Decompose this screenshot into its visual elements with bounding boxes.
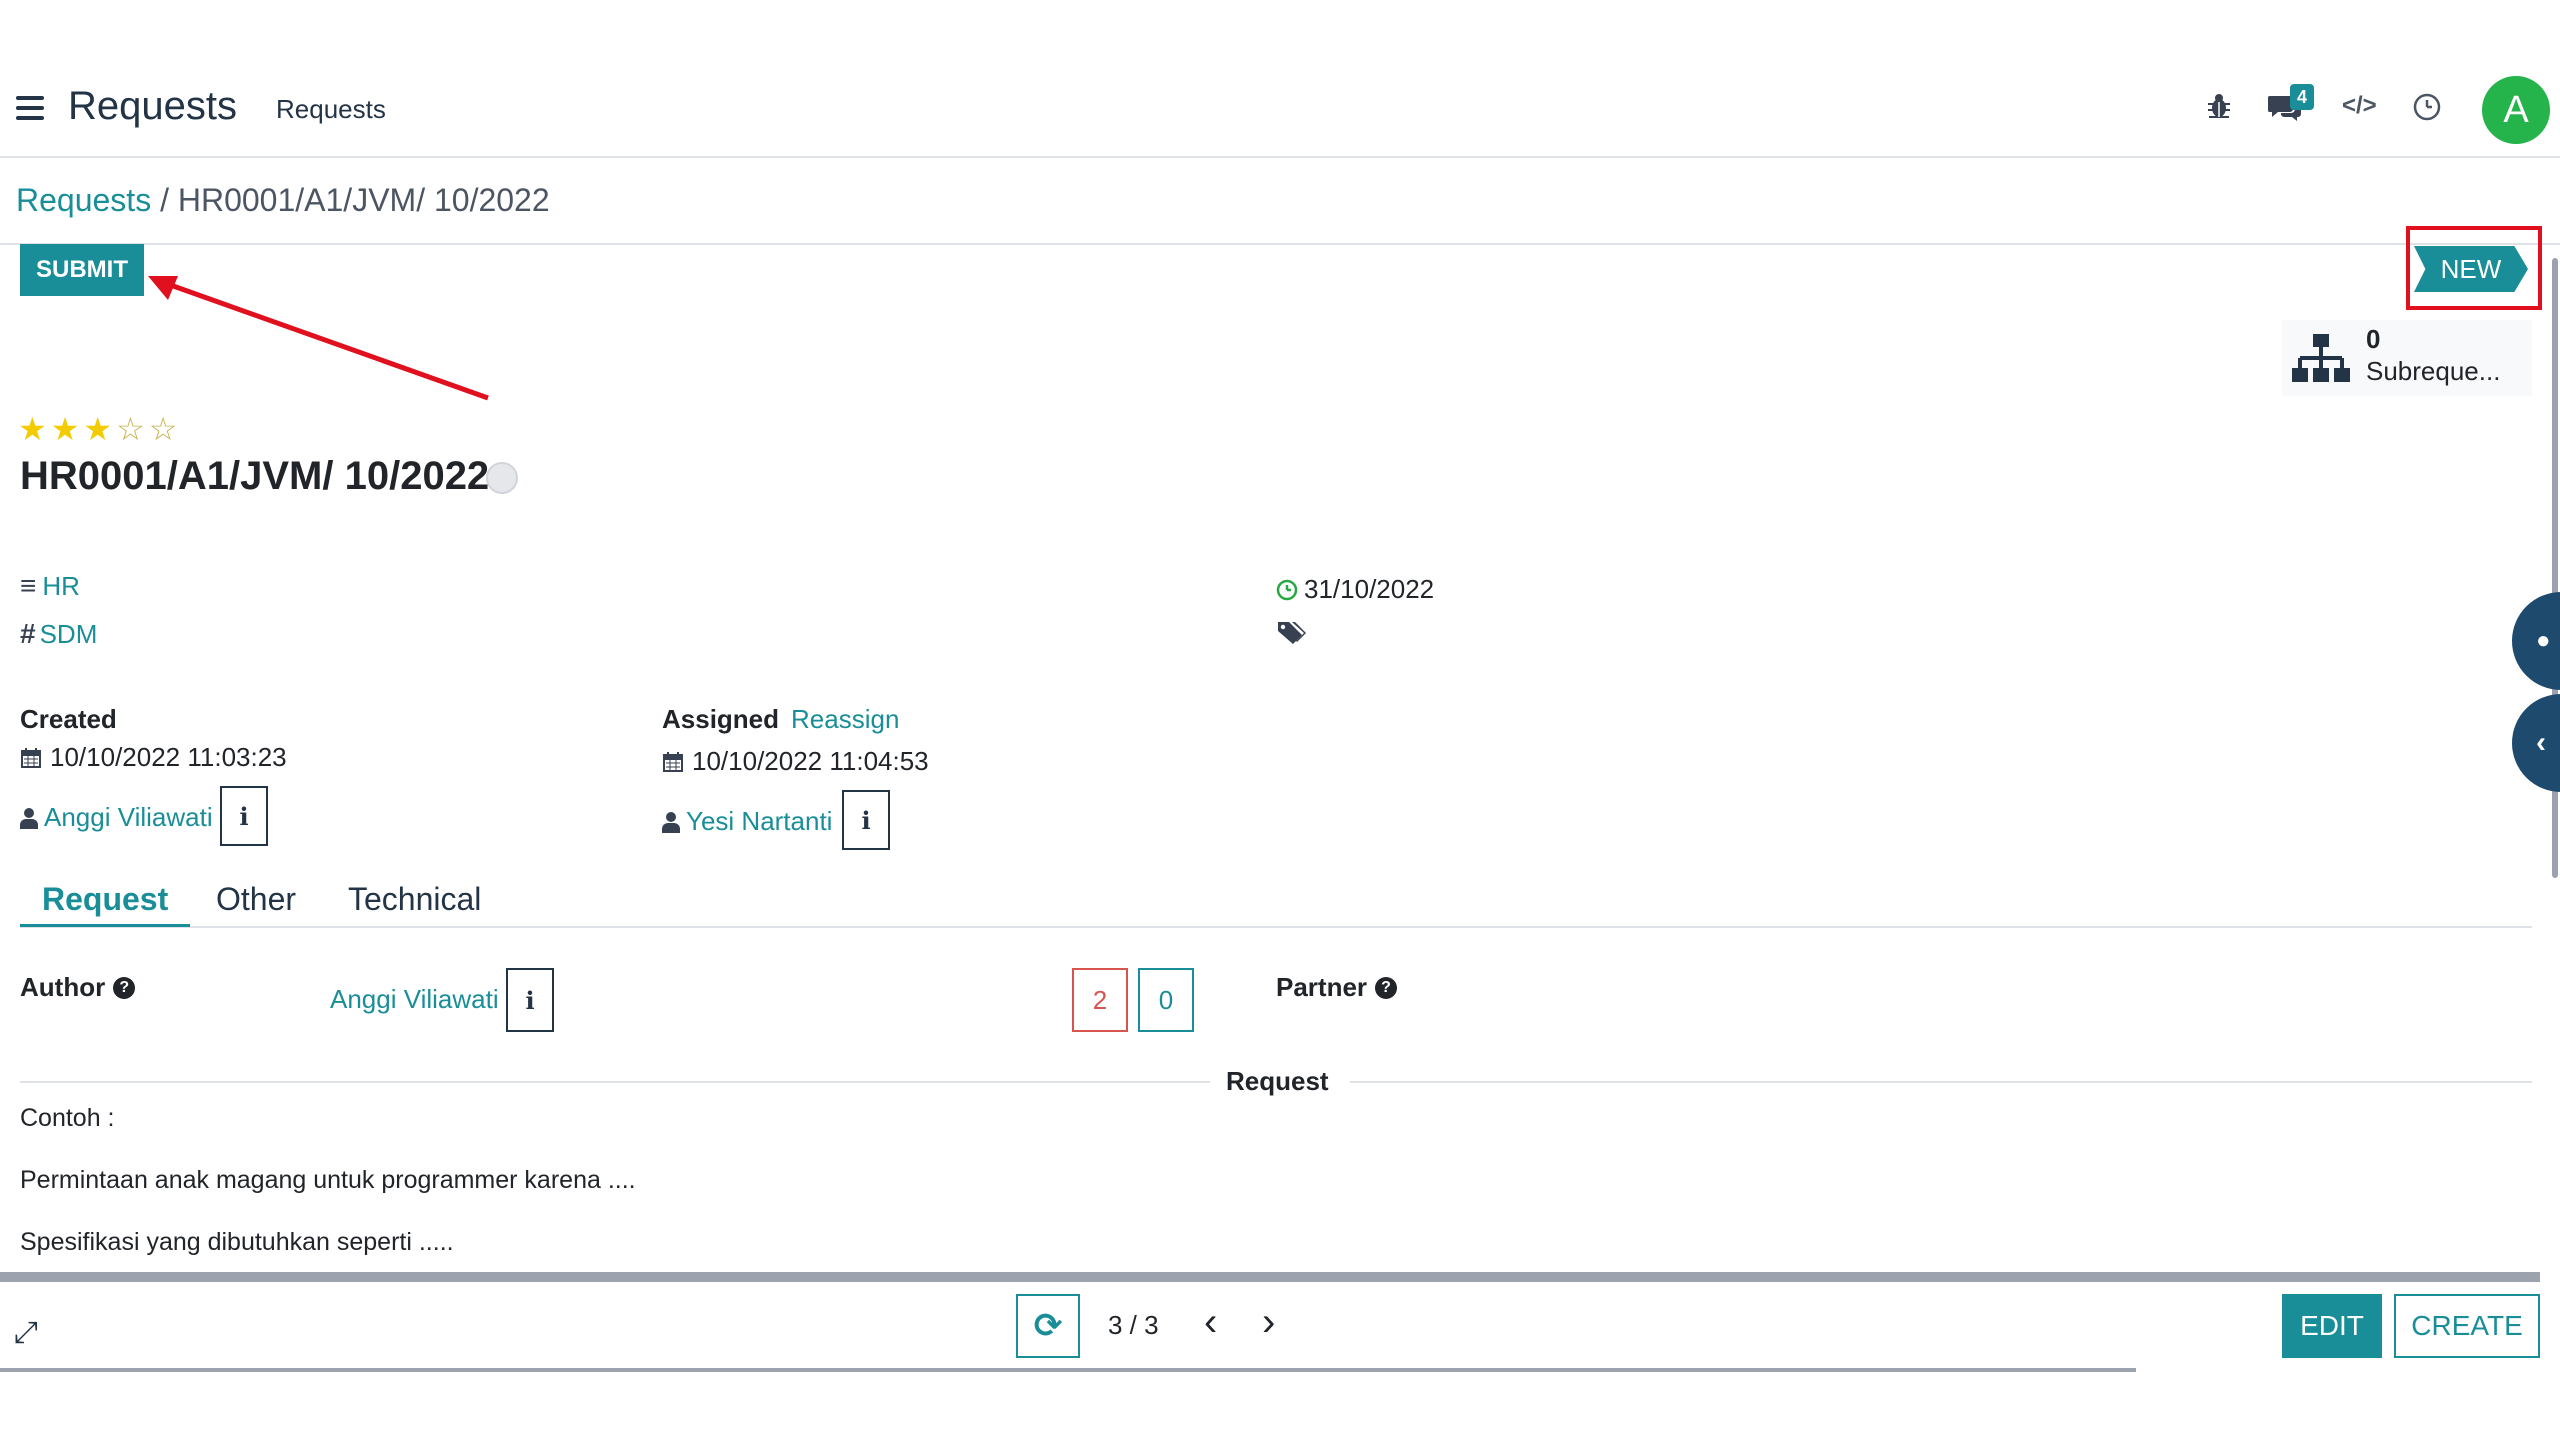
star-icon-4[interactable]: ☆ bbox=[116, 411, 149, 447]
record-title: HR0001/A1/JVM/ 10/2022 bbox=[20, 454, 490, 498]
star-icon-2[interactable]: ★ bbox=[51, 411, 84, 447]
comment-icon: ● bbox=[2536, 627, 2551, 654]
category-link[interactable]: SDM bbox=[40, 619, 98, 650]
star-icon-3[interactable]: ★ bbox=[83, 411, 116, 447]
deadline-clock-icon bbox=[1276, 579, 1298, 600]
calendar-icon bbox=[663, 751, 683, 772]
create-button[interactable]: CREATE bbox=[2394, 1294, 2540, 1358]
hashtag-icon: # bbox=[20, 618, 36, 649]
created-user-link[interactable]: Anggi Viliawati bbox=[44, 802, 213, 833]
submit-button[interactable]: SUBMIT bbox=[20, 244, 144, 296]
bug-icon[interactable] bbox=[2206, 92, 2232, 127]
assigned-user-info-button[interactable]: i bbox=[842, 790, 890, 850]
subrequests-smart-button[interactable]: 0 Subreque... bbox=[2282, 320, 2532, 396]
horizontal-scrollbar[interactable] bbox=[0, 1272, 2540, 1282]
assigned-user-field: Yesi Nartanti bbox=[662, 806, 832, 837]
author-count-red[interactable]: 2 bbox=[1072, 968, 1128, 1032]
expand-icon[interactable]: ⤢ bbox=[14, 1316, 38, 1350]
assigned-date-field: 10/10/2022 11:04:53 bbox=[662, 746, 929, 777]
assigned-user-link[interactable]: Yesi Nartanti bbox=[686, 806, 832, 837]
sitemap-icon bbox=[2292, 334, 2350, 382]
tab-other[interactable]: Other bbox=[194, 874, 318, 924]
subrequests-count: 0 bbox=[2366, 324, 2381, 354]
chatter-toggle-button[interactable]: ● bbox=[2512, 592, 2560, 690]
user-avatar[interactable]: A bbox=[2482, 76, 2550, 144]
request-text-line-2: Permintaan anak magang untuk programmer … bbox=[20, 1166, 636, 1194]
author-label-field: Author ? bbox=[20, 972, 136, 1003]
pager-next-icon[interactable]: › bbox=[1262, 1300, 1275, 1345]
author-count-teal[interactable]: 0 bbox=[1138, 968, 1194, 1032]
reassign-link[interactable]: Reassign bbox=[791, 704, 899, 735]
bottom-scroll-track[interactable] bbox=[0, 1368, 2136, 1372]
created-date: 10/10/2022 11:03:23 bbox=[50, 742, 287, 772]
breadcrumb-parent[interactable]: Requests bbox=[16, 182, 151, 218]
tab-request[interactable]: Request bbox=[20, 874, 190, 924]
chevron-left-icon: ‹ bbox=[2536, 726, 2546, 759]
created-user-field: Anggi Viliawati bbox=[20, 802, 213, 833]
sidebar-collapse-button[interactable]: ‹ bbox=[2512, 694, 2560, 792]
refresh-icon: ⟳ bbox=[1033, 1307, 1063, 1345]
top-menu-requests[interactable]: Requests bbox=[276, 94, 386, 125]
breadcrumb-separator: / bbox=[151, 182, 178, 218]
kanban-state-circle[interactable] bbox=[486, 462, 518, 494]
tags-icon[interactable] bbox=[1276, 620, 1306, 651]
separator-line-left bbox=[20, 1081, 1210, 1083]
help-question-icon[interactable]: ? bbox=[1375, 976, 1398, 999]
created-label: Created bbox=[20, 704, 117, 734]
star-icon-1[interactable]: ★ bbox=[18, 411, 51, 447]
pager-value[interactable]: 3 / 3 bbox=[1108, 1310, 1159, 1341]
tab-technical[interactable]: Technical bbox=[326, 874, 503, 924]
deadline-field: 31/10/2022 bbox=[1276, 574, 1434, 605]
request-separator-label: Request bbox=[1226, 1066, 1329, 1096]
breadcrumb: Requests / HR0001/A1/JVM/ 10/2022 bbox=[16, 182, 550, 219]
code-icon[interactable]: </> bbox=[2342, 92, 2377, 120]
assigned-label: Assigned bbox=[662, 704, 780, 734]
edit-button[interactable]: EDIT bbox=[2282, 1294, 2382, 1358]
created-date-field: 10/10/2022 11:03:23 bbox=[20, 742, 287, 773]
active-tab-underline bbox=[20, 924, 190, 927]
tab-divider bbox=[20, 926, 2532, 928]
category-field: # SDM bbox=[20, 618, 97, 650]
request-text-line-1: Contoh : bbox=[20, 1104, 115, 1132]
star-icon-5[interactable]: ☆ bbox=[149, 411, 182, 447]
calendar-icon bbox=[21, 747, 41, 768]
service-link[interactable]: HR bbox=[42, 571, 80, 602]
annotation-arrow bbox=[148, 276, 489, 401]
request-text-line-3: Spesifikasi yang dibutuhkan seperti ....… bbox=[20, 1228, 454, 1256]
separator-line-right bbox=[1350, 1081, 2532, 1083]
author-link[interactable]: Anggi Viliawati bbox=[330, 984, 499, 1015]
assigned-header: Assigned Reassign bbox=[662, 704, 899, 735]
stage-highlight-box bbox=[2406, 226, 2542, 310]
clock-icon[interactable] bbox=[2412, 92, 2442, 129]
partner-label-field: Partner ? bbox=[1276, 972, 1398, 1003]
chat-count-badge: 4 bbox=[2290, 84, 2314, 110]
pager-previous-icon[interactable]: ‹ bbox=[1204, 1300, 1217, 1345]
deadline-date: 31/10/2022 bbox=[1304, 574, 1435, 604]
priority-stars[interactable]: ★★★☆☆ bbox=[18, 410, 181, 448]
breadcrumb-current: HR0001/A1/JVM/ 10/2022 bbox=[177, 182, 550, 218]
service-field: ≡ HR bbox=[20, 570, 80, 602]
subrequests-label: Subreque... bbox=[2366, 356, 2501, 386]
app-title[interactable]: Requests bbox=[68, 84, 237, 129]
top-navbar bbox=[0, 0, 2560, 158]
list-icon: ≡ bbox=[20, 570, 37, 601]
user-icon bbox=[662, 811, 680, 833]
created-user-info-button[interactable]: i bbox=[220, 786, 268, 846]
assigned-date: 10/10/2022 11:04:53 bbox=[692, 746, 929, 776]
help-question-icon[interactable]: ? bbox=[113, 976, 136, 999]
author-label: Author bbox=[20, 972, 106, 1002]
breadcrumb-divider bbox=[0, 243, 2560, 245]
menu-hamburger-icon[interactable] bbox=[16, 96, 44, 120]
partner-label: Partner bbox=[1276, 972, 1368, 1002]
user-icon bbox=[20, 807, 38, 829]
author-info-button[interactable]: i bbox=[506, 968, 554, 1032]
refresh-button[interactable]: ⟳ bbox=[1016, 1294, 1080, 1358]
